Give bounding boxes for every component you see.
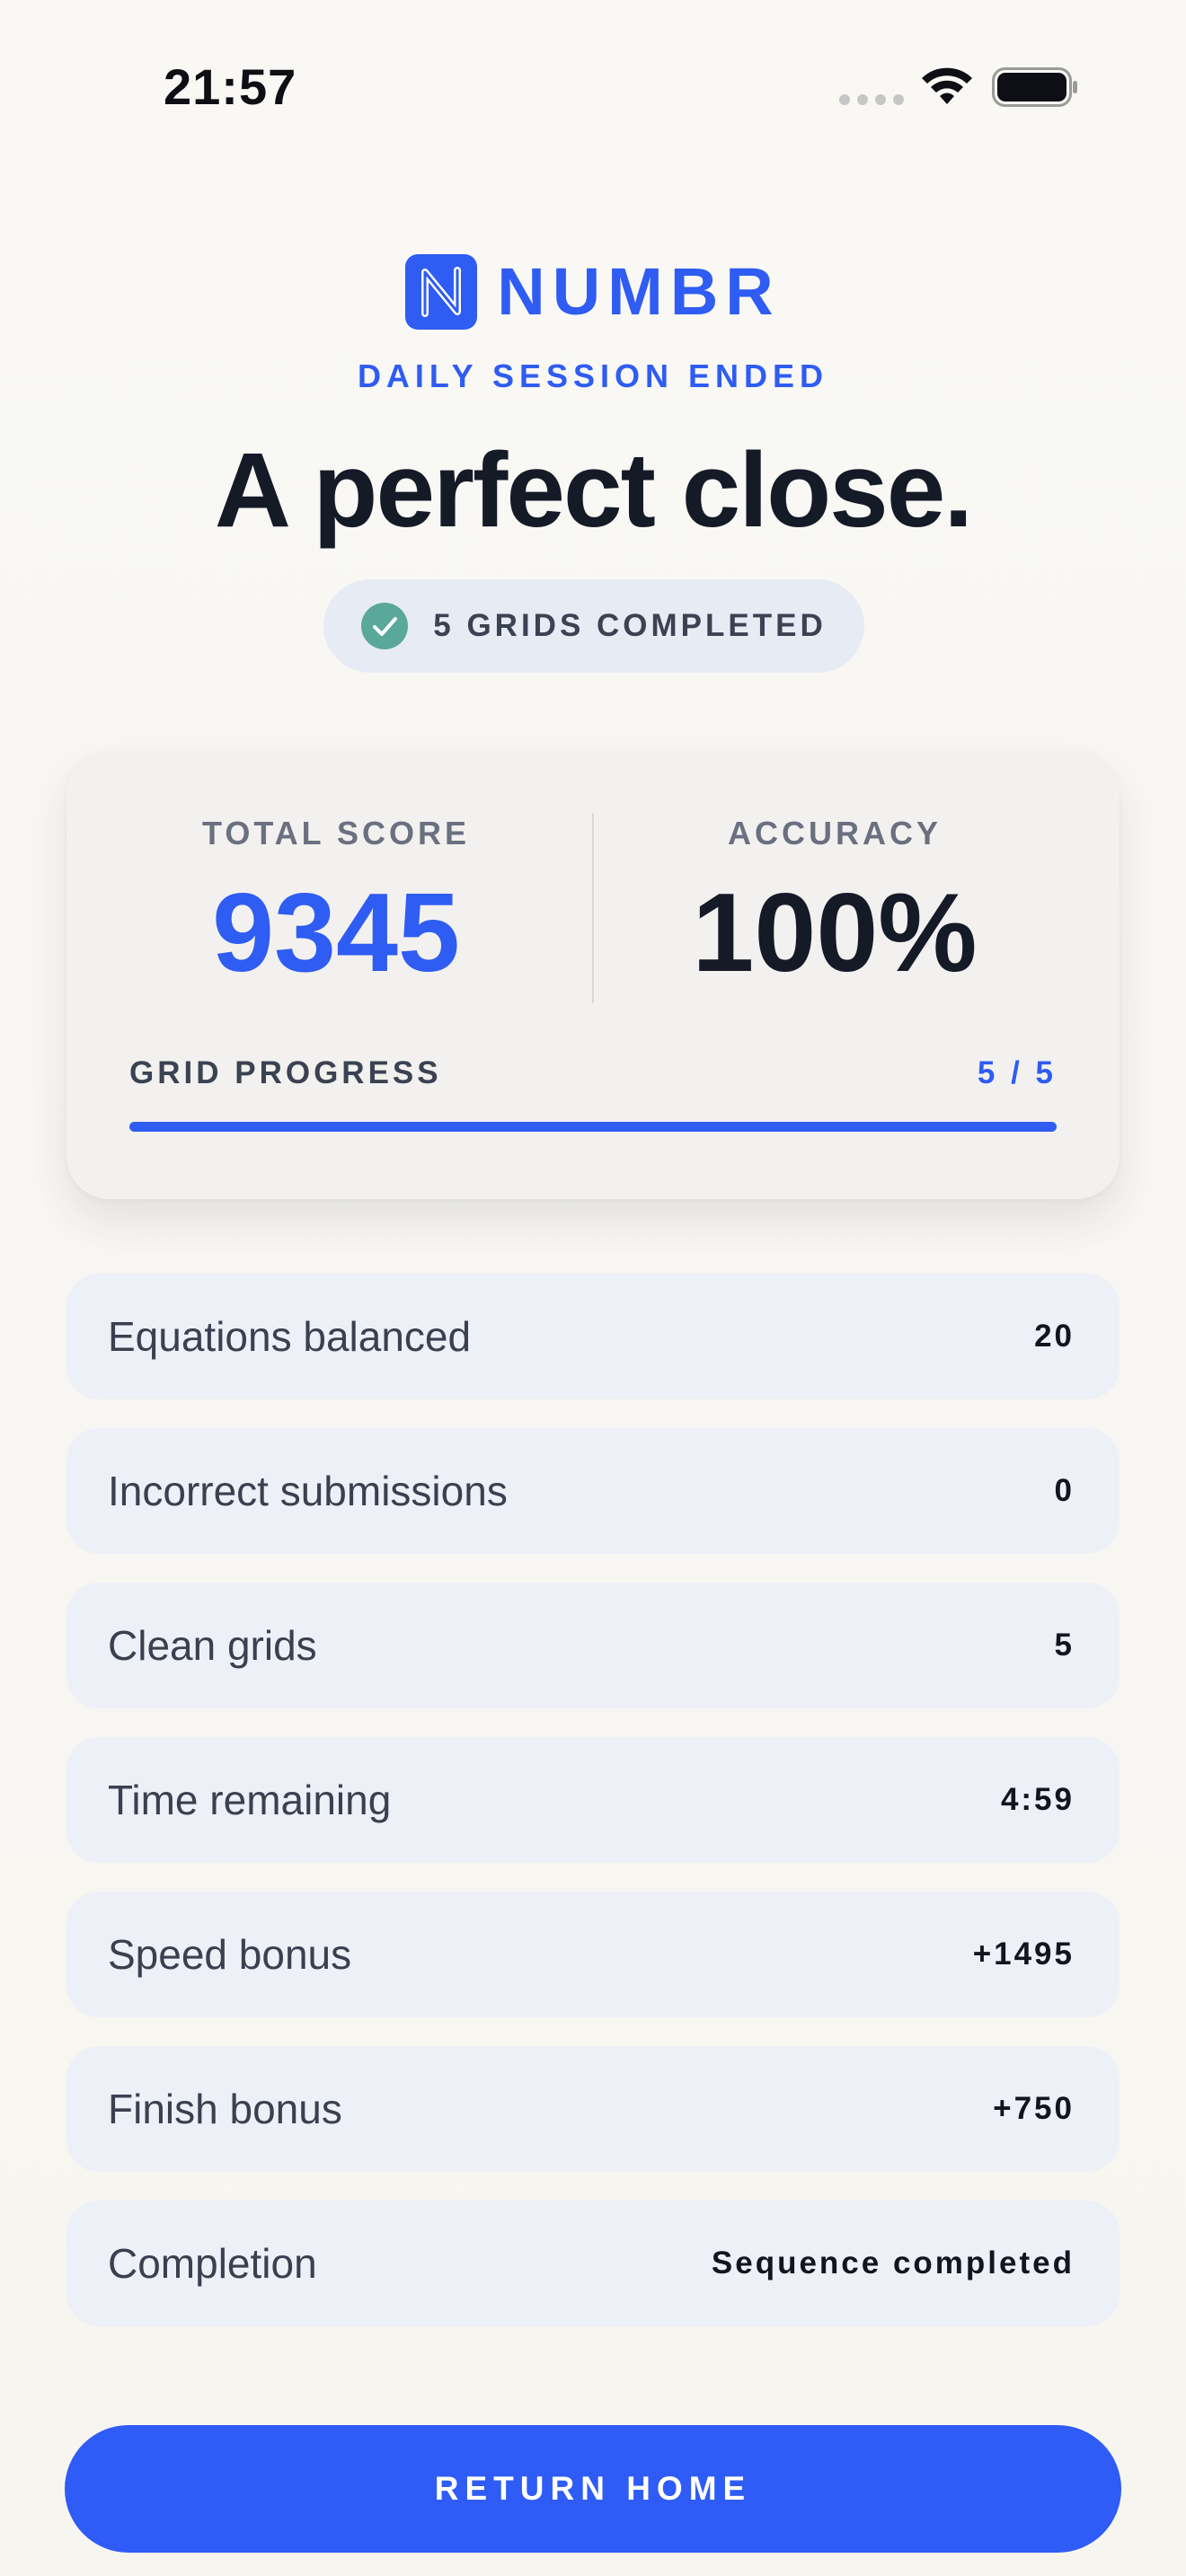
n-logo-icon [405, 253, 478, 330]
total-score-value: 9345 [212, 871, 460, 995]
session-subtitle: DAILY SESSION ENDED [357, 357, 829, 394]
stat-label: Clean grids [108, 1622, 317, 1669]
stat-value: 5 [1054, 1628, 1075, 1663]
check-circle-icon [361, 603, 409, 649]
page-title: A perfect close. [214, 431, 973, 550]
grid-progress-count: 5 / 5 [977, 1055, 1057, 1090]
stat-row-time-remaining: Time remaining 4:59 [66, 1737, 1120, 1863]
results-screen: 21:57 NUMBR DAILY SESSION ENDED A perfec… [0, 0, 1186, 2576]
wifi-icon [922, 67, 972, 104]
status-time: 21:57 [164, 58, 297, 115]
grids-completed-badge: 5 GRIDS COMPLETED [323, 579, 864, 673]
stat-label: Speed bonus [108, 1931, 352, 1978]
stat-value: 0 [1054, 1473, 1075, 1508]
stat-label: Finish bonus [108, 2086, 342, 2132]
stat-row-finish-bonus: Finish bonus +750 [66, 2046, 1120, 2172]
accuracy-label: ACCURACY [728, 815, 942, 851]
stat-value: +750 [993, 2091, 1075, 2126]
battery-icon [992, 67, 1077, 107]
stat-value: +1495 [972, 1936, 1075, 1972]
brand-header: NUMBR [0, 253, 1186, 330]
cellular-signal-icon [839, 94, 904, 105]
total-score: TOTAL SCORE 9345 [93, 815, 579, 989]
score-card: TOTAL SCORE 9345 ACCURACY 100% GRID PROG… [66, 750, 1120, 1199]
accuracy-value: 100% [692, 871, 978, 995]
stat-label: Time remaining [108, 1777, 392, 1823]
stat-row-completion: Completion Sequence completed [66, 2201, 1120, 2326]
brand-name: NUMBR [497, 254, 781, 329]
return-home-button[interactable]: RETURN HOME [65, 2425, 1121, 2553]
accuracy: ACCURACY 100% [592, 815, 1077, 989]
stat-label: Completion [108, 2240, 317, 2287]
stat-label: Equations balanced [108, 1313, 472, 1360]
stat-row-clean-grids: Clean grids 5 [66, 1583, 1120, 1708]
stat-row-incorrect-submissions: Incorrect submissions 0 [66, 1428, 1120, 1554]
grid-progress-fill [129, 1122, 1057, 1132]
total-score-label: TOTAL SCORE [201, 815, 471, 851]
status-bar: 21:57 [0, 0, 1186, 171]
stat-label: Incorrect submissions [108, 1468, 508, 1514]
grid-progress-bar [129, 1122, 1057, 1132]
stat-row-equations-balanced: Equations balanced 20 [66, 1274, 1120, 1399]
stat-value: 4:59 [1000, 1782, 1075, 1817]
badge-label: 5 GRIDS COMPLETED [433, 608, 827, 643]
stat-value: 20 [1034, 1319, 1075, 1354]
stats-list: Equations balanced 20 Incorrect submissi… [66, 1274, 1120, 2355]
stat-value: Sequence completed [711, 2245, 1075, 2280]
stat-row-speed-bonus: Speed bonus +1495 [66, 1892, 1120, 2017]
grid-progress-label: GRID PROGRESS [129, 1055, 442, 1090]
